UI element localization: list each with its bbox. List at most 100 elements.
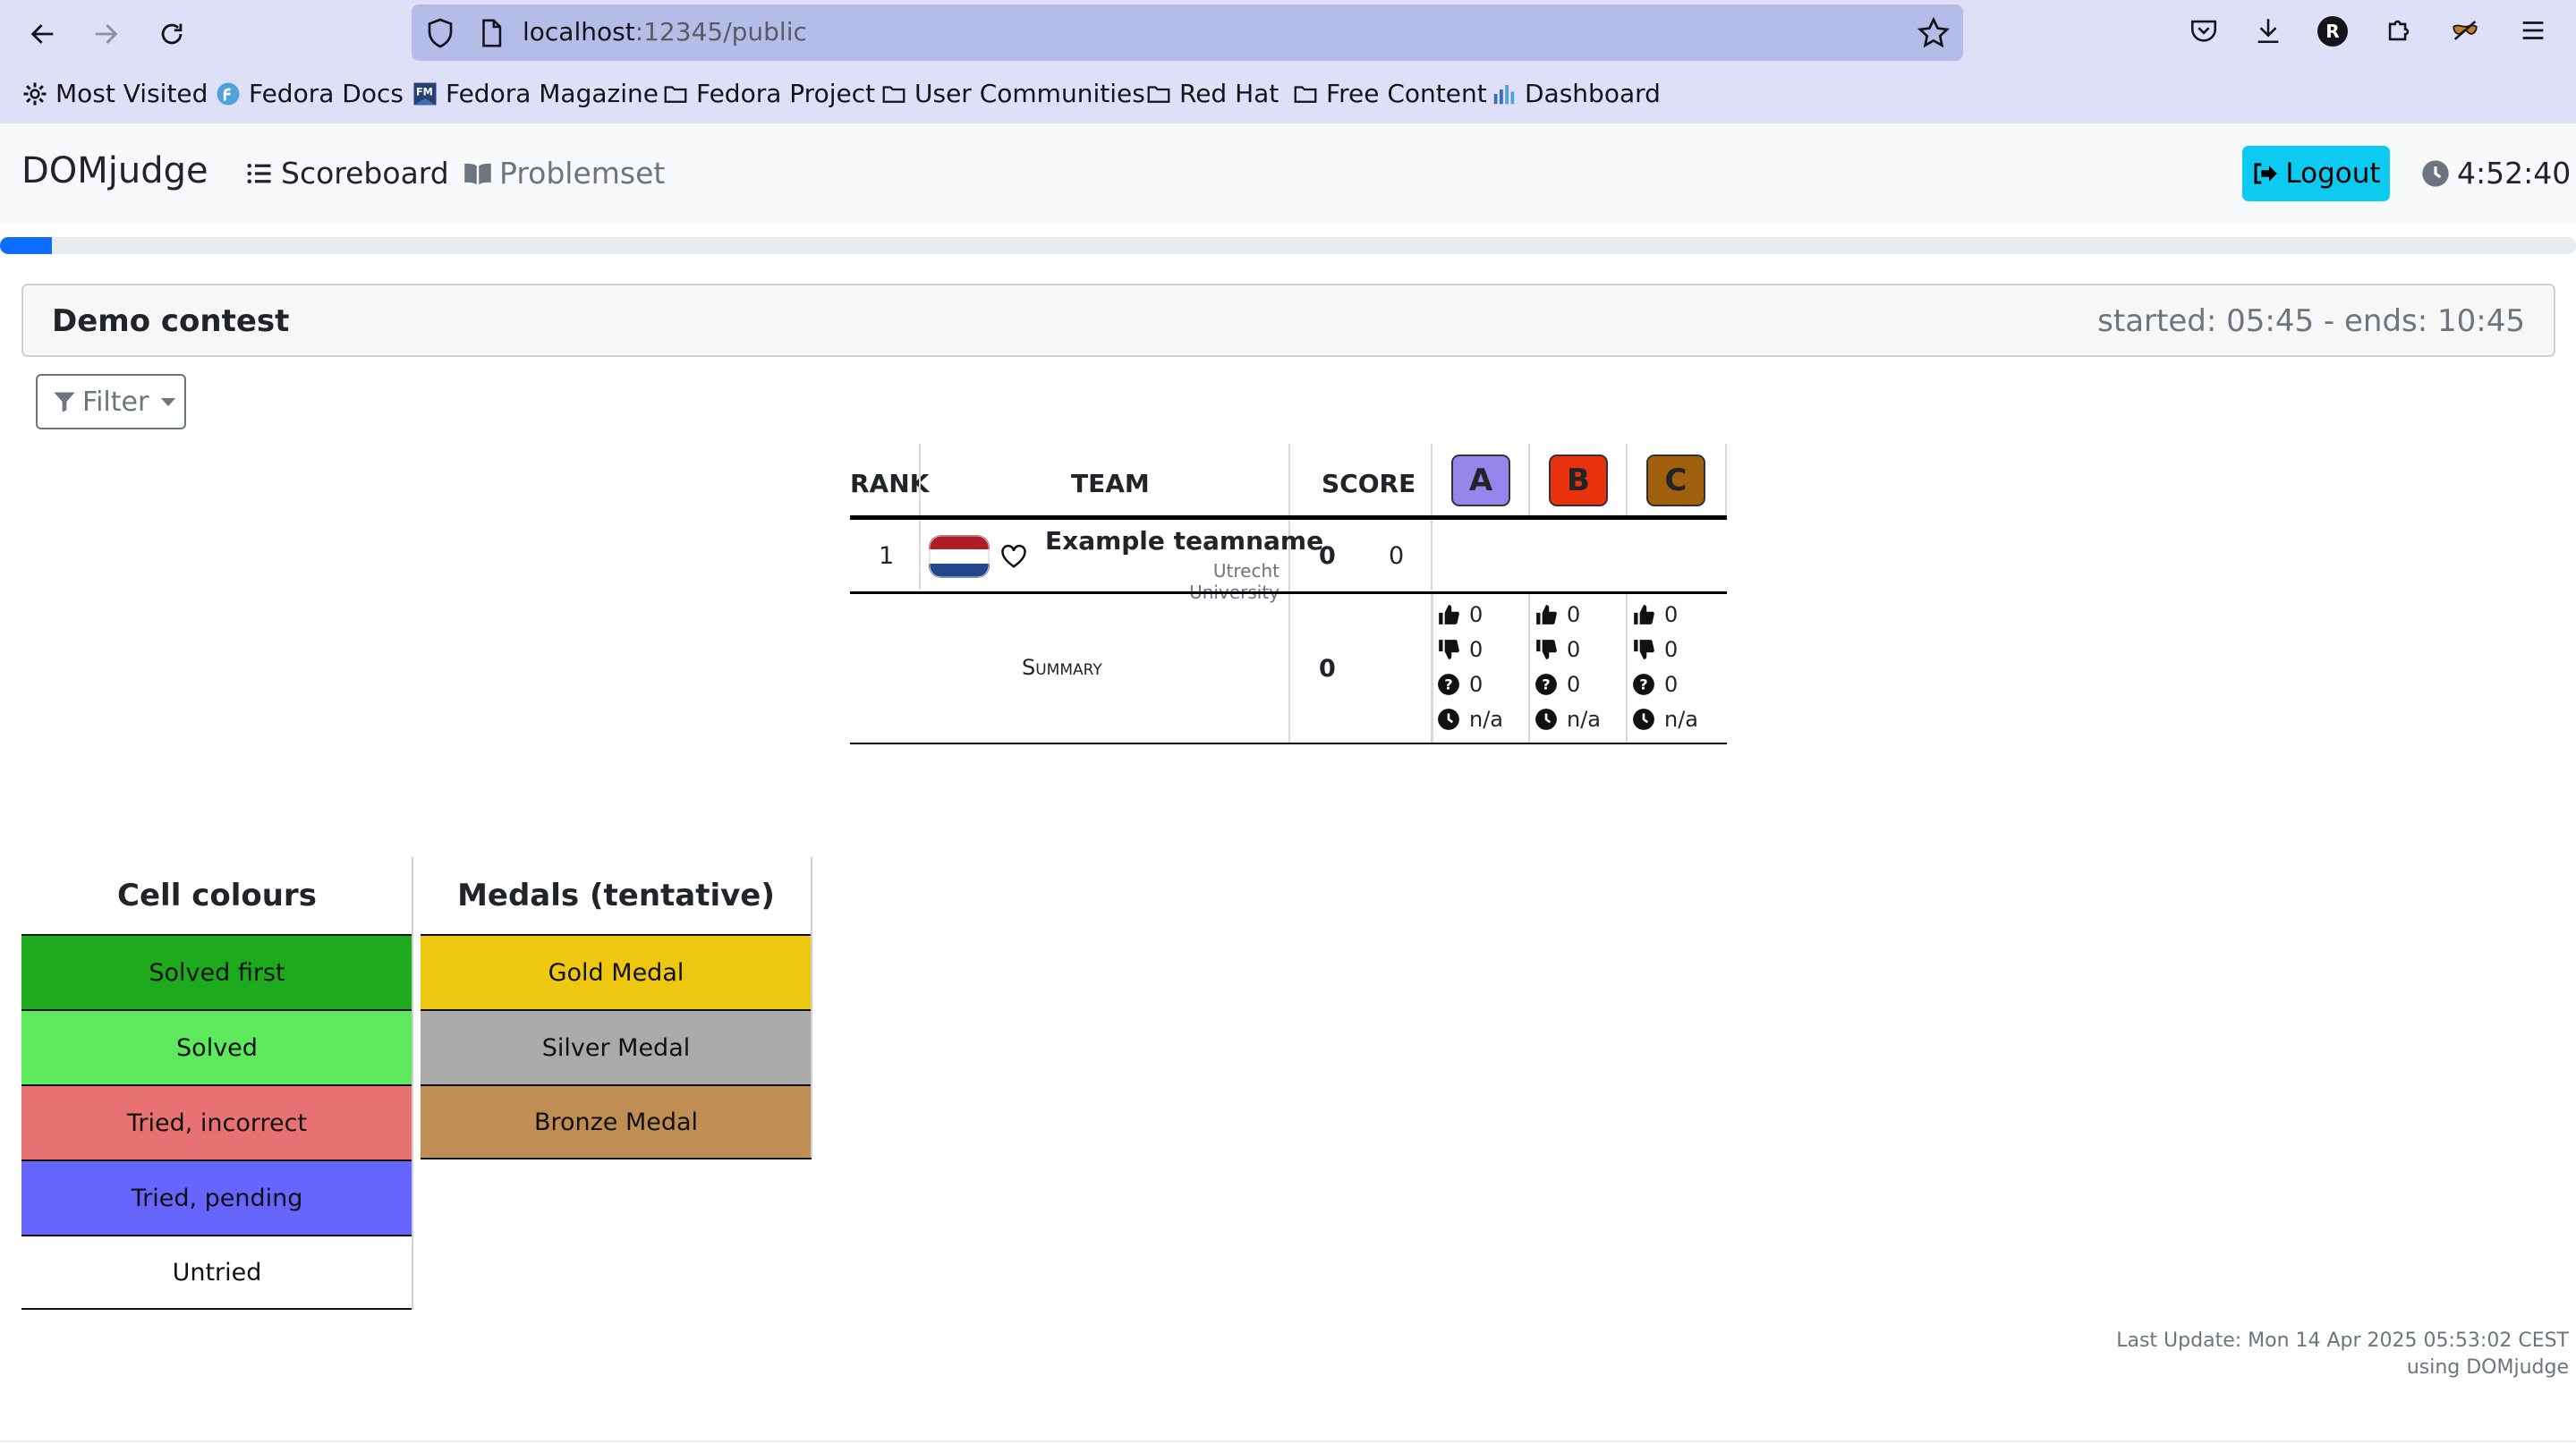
- column-divider: [919, 520, 921, 590]
- bookmark-fedora-project[interactable]: Fedora Project: [662, 79, 875, 108]
- list-icon: [247, 163, 271, 183]
- nav-scoreboard[interactable]: Scoreboard: [245, 156, 449, 191]
- folder-icon: [1147, 85, 1170, 103]
- legend-row-bronze: Bronze Medal: [421, 1084, 812, 1159]
- summary-correct-a: 0: [1437, 602, 1483, 627]
- bookmark-label: Red Hat: [1179, 79, 1279, 108]
- problem-badge-c[interactable]: C: [1646, 454, 1705, 506]
- score-header[interactable]: SCORE: [1322, 469, 1416, 498]
- bookmark-label: Free Content: [1326, 79, 1487, 108]
- column-divider: [1626, 594, 1628, 744]
- team-penalty: 0: [1389, 542, 1405, 570]
- logout-label: Logout: [2285, 157, 2381, 190]
- thumbs-up-icon: [1634, 605, 1654, 624]
- legend-row-tried-incorrect: Tried, incorrect: [21, 1084, 412, 1159]
- page-icon: [482, 19, 502, 47]
- contest-name: Demo contest: [52, 303, 290, 339]
- url-text: localhost:12345/public: [523, 17, 807, 47]
- legend-row-solved-first: Solved first: [21, 934, 412, 1009]
- team-points: 0: [1319, 542, 1336, 570]
- logout-button[interactable]: Logout: [2242, 146, 2390, 201]
- svg-text:FM: FM: [416, 86, 433, 98]
- bookmark-fedora-magazine[interactable]: FM Fedora Magazine: [412, 79, 659, 108]
- folder-icon: [664, 85, 687, 103]
- thumbs-up-icon: [1536, 605, 1557, 624]
- summary-incorrect-a: 0: [1437, 637, 1483, 662]
- last-update-text: Last Update: Mon 14 Apr 2025 05:53:02 CE…: [2116, 1329, 2569, 1352]
- extensions-button[interactable]: [2382, 13, 2416, 47]
- bookmark-red-hat[interactable]: Red Hat: [1145, 79, 1279, 108]
- column-divider: [1288, 444, 1290, 744]
- downloads-button[interactable]: [2251, 13, 2285, 47]
- filter-icon: [54, 392, 75, 412]
- pocket-button[interactable]: [2187, 13, 2221, 47]
- legend-title: Medals (tentative): [457, 878, 775, 913]
- nav-scoreboard-label: Scoreboard: [281, 156, 449, 191]
- question-circle-icon: ?: [1535, 674, 1557, 695]
- menu-button[interactable]: [2516, 13, 2550, 47]
- back-arrow-icon: [30, 24, 54, 44]
- url-bar[interactable]: localhost:12345/public: [412, 4, 1963, 61]
- bookmark-label: Fedora Project: [696, 79, 876, 108]
- summary-pending-b: ? 0: [1535, 672, 1580, 697]
- forward-button[interactable]: [84, 13, 127, 55]
- account-avatar[interactable]: R: [2317, 16, 2348, 47]
- column-divider: [919, 444, 921, 515]
- summary-correct-b: 0: [1535, 602, 1580, 627]
- column-divider: [1528, 444, 1530, 515]
- rank-header[interactable]: RANK: [850, 469, 929, 498]
- reload-button[interactable]: [150, 13, 193, 55]
- bookmark-dashboard[interactable]: Dashboard: [1491, 79, 1661, 108]
- summary-pending-c: ? 0: [1632, 672, 1678, 697]
- bookmark-label: Fedora Docs: [249, 79, 404, 108]
- column-divider: [1528, 594, 1530, 744]
- using-domjudge-link[interactable]: using DOMjudge: [2116, 1355, 2569, 1381]
- problem-badge-a[interactable]: A: [1451, 454, 1510, 506]
- bookmark-most-visited[interactable]: Most Visited: [21, 79, 208, 108]
- fedora-icon: [217, 82, 240, 105]
- table-bottom-border: [850, 743, 1727, 744]
- medals-legend: Medals (tentative) Gold Medal Silver Med…: [421, 857, 812, 1159]
- bookmark-label: Fedora Magazine: [446, 79, 659, 108]
- summary-incorrect-b: 0: [1535, 637, 1580, 662]
- team-header[interactable]: TEAM: [1071, 469, 1150, 498]
- legend-divider: [811, 857, 812, 1158]
- bookmark-label: Dashboard: [1525, 79, 1661, 108]
- back-button[interactable]: [21, 13, 64, 55]
- contest-clock: 4:52:40: [2421, 156, 2571, 191]
- bookmark-label: User Communities: [914, 79, 1145, 108]
- favorite-heart-icon[interactable]: [1000, 544, 1027, 569]
- header-divider: [850, 515, 1727, 520]
- netherlands-flag-icon: [929, 535, 990, 578]
- nav-problemset[interactable]: Problemset: [463, 156, 665, 191]
- problem-badge-b[interactable]: B: [1549, 454, 1608, 506]
- bookmark-free-content[interactable]: Free Content: [1292, 79, 1487, 108]
- brand-link[interactable]: DOMjudge: [21, 150, 208, 191]
- nav-problemset-label: Problemset: [499, 156, 666, 191]
- cell-colours-legend: Cell colours Solved first Solved Tried, …: [21, 857, 412, 1310]
- legend-row-solved: Solved: [21, 1009, 412, 1084]
- summary-pending-a: ? 0: [1437, 672, 1483, 697]
- thumbs-down-icon: [1536, 640, 1557, 659]
- problem-label: A: [1468, 463, 1493, 498]
- gear-icon: [23, 82, 47, 105]
- team-rank: 1: [879, 542, 895, 570]
- summary-correct-c: 0: [1632, 602, 1678, 627]
- team-name[interactable]: Example teamname: [1045, 526, 1323, 556]
- thumbs-down-icon: [1439, 640, 1459, 659]
- bookmark-fedora-docs[interactable]: Fedora Docs: [215, 79, 404, 108]
- summary-label: Summary: [1022, 655, 1102, 680]
- extension-mask-button[interactable]: [2448, 13, 2482, 47]
- filter-button[interactable]: Filter: [36, 374, 186, 429]
- clock-icon: [1633, 709, 1654, 730]
- contest-progress-bar: [0, 237, 2576, 254]
- shield-icon: [428, 18, 453, 48]
- bookmark-user-communities[interactable]: User Communities: [880, 79, 1145, 108]
- bookmark-star-icon[interactable]: [1917, 16, 1951, 50]
- summary-first-c: n/a: [1632, 707, 1698, 732]
- column-divider: [1432, 594, 1433, 744]
- hamburger-menu-icon: [2522, 21, 2544, 39]
- book-open-icon: [464, 163, 491, 184]
- download-icon: [2257, 19, 2279, 44]
- clock-time: 4:52:40: [2457, 156, 2572, 191]
